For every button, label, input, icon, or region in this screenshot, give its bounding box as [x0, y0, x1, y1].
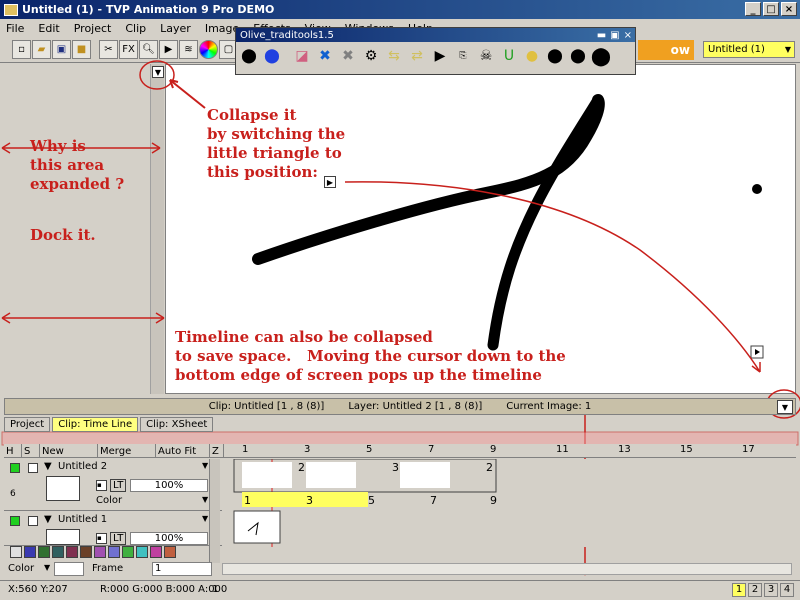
- annotation-timeline: Timeline can also be collapsed to save s…: [175, 328, 566, 384]
- layer-name[interactable]: Untitled 2: [58, 461, 107, 472]
- swatch[interactable]: [164, 546, 176, 558]
- layer-menu-icon[interactable]: ▼: [202, 461, 208, 470]
- rgba-readout: R:000 G:000 B:000 A:000: [100, 584, 228, 595]
- layer-name[interactable]: Untitled 1: [58, 514, 107, 525]
- ruler-tick: 5: [366, 444, 373, 455]
- layer-index: 6: [10, 489, 16, 499]
- swatch[interactable]: [80, 546, 92, 558]
- status-value: 1: [212, 584, 219, 595]
- swatch[interactable]: [122, 546, 134, 558]
- layer-row-untitled-1[interactable]: ▼ Untitled 1 ▼ ▪ LT 100%: [4, 512, 232, 546]
- color-frame-row: Color ▼ Frame 1: [4, 562, 796, 578]
- tab-clip-xsheet[interactable]: Clip: XSheet: [140, 417, 214, 432]
- ruler-tick: 17: [742, 444, 755, 455]
- frame-input[interactable]: 1: [152, 562, 212, 576]
- ruler-tick: 3: [304, 444, 311, 455]
- frame-number: 9: [490, 494, 497, 507]
- clip-info: Clip: Untitled [1 , 8 (8)]: [208, 401, 325, 412]
- visibility-toggle[interactable]: [10, 463, 20, 473]
- cursor-coords: X:560 Y:207: [8, 584, 68, 595]
- color-chevron-icon[interactable]: ▼: [44, 563, 50, 572]
- mode-chevron-icon[interactable]: ▼: [202, 495, 208, 504]
- frame-number: 7: [430, 494, 437, 507]
- annotation-dock: Dock it.: [30, 226, 96, 244]
- frame-label: 2: [298, 461, 305, 474]
- layer-thumbnail: [46, 476, 80, 501]
- ruler-tick: 13: [618, 444, 631, 455]
- solo-toggle[interactable]: [28, 516, 38, 526]
- chevron-down-icon[interactable]: ▼: [44, 461, 52, 472]
- swatch[interactable]: [108, 546, 120, 558]
- opacity-field[interactable]: 100%: [130, 532, 208, 545]
- merge-button[interactable]: Merge: [98, 444, 156, 458]
- layer-scrollbar[interactable]: [209, 459, 220, 563]
- status-bar: X:560 Y:207 R:000 G:000 B:000 A:000 1 1 …: [0, 580, 800, 600]
- page-button-2[interactable]: 2: [748, 583, 762, 597]
- page-button-1[interactable]: 1: [732, 583, 746, 597]
- tab-project[interactable]: Project: [4, 417, 51, 432]
- opacity-field[interactable]: 100%: [130, 479, 208, 492]
- page-button-3[interactable]: 3: [764, 583, 778, 597]
- frame-number: 3: [306, 494, 313, 507]
- color-label: Color: [8, 563, 35, 574]
- visibility-toggle[interactable]: [10, 516, 20, 526]
- frame-number: 1: [244, 494, 251, 507]
- swatch[interactable]: [94, 546, 106, 558]
- layer-info: Layer: Untitled 2 [1 , 8 (8)]: [348, 401, 483, 412]
- solo-column-header: S: [22, 444, 40, 458]
- bottom-tabs: Project Clip: Time Line Clip: XSheet: [4, 417, 214, 433]
- ruler-tick: 15: [680, 444, 693, 455]
- frame-label: Frame: [92, 563, 124, 574]
- swatch[interactable]: [38, 546, 50, 558]
- ruler-tick: 9: [490, 444, 497, 455]
- swatch[interactable]: [136, 546, 148, 558]
- timeline-header: H S New Merge Auto Fit Z 1 3 5 7 9 11 13…: [4, 444, 796, 458]
- timeline-hscrollbar[interactable]: [222, 563, 792, 575]
- solo-toggle[interactable]: [28, 463, 38, 473]
- tab-clip-timeline[interactable]: Clip: Time Line: [52, 417, 139, 432]
- current-image-info: Current Image: 1: [506, 401, 592, 412]
- color-mode-label: Color: [96, 495, 123, 506]
- annotation-collapse: Collapse it by switching the little tria…: [207, 106, 346, 181]
- swatch[interactable]: [150, 546, 162, 558]
- blend-lt-button[interactable]: LT: [110, 479, 127, 492]
- lock-icon[interactable]: ▪: [96, 533, 107, 544]
- clip-status-strip: Clip: Untitled [1 , 8 (8)] Layer: Untitl…: [4, 398, 796, 415]
- annotation-why: Why is this area expanded ?: [30, 137, 125, 193]
- page-button-4[interactable]: 4: [780, 583, 794, 597]
- z-column-header: Z: [210, 444, 224, 458]
- hide-column-header: H: [4, 444, 22, 458]
- swatch[interactable]: [10, 546, 22, 558]
- blend-lt-button[interactable]: LT: [110, 532, 127, 545]
- color-preview[interactable]: [54, 562, 84, 576]
- layer-thumbnail: [46, 529, 80, 545]
- auto-fit-button[interactable]: Auto Fit: [156, 444, 210, 458]
- triangle-position-icon: ▶: [324, 176, 336, 188]
- new-layer-button[interactable]: New: [40, 444, 98, 458]
- chevron-down-icon[interactable]: ▼: [44, 514, 52, 525]
- frame-label: 3: [392, 461, 399, 474]
- frame-number: 5: [368, 494, 375, 507]
- timeline-frames[interactable]: 2 3 2 1 3 5 7 9: [222, 458, 796, 547]
- color-swatches: [10, 546, 176, 558]
- layer-row-untitled-2[interactable]: 6 ▼ Untitled 2 ▼ ▪ LT 100% Color ▼: [4, 459, 232, 511]
- ruler-tick: 11: [556, 444, 569, 455]
- swatch[interactable]: [52, 546, 64, 558]
- lock-icon[interactable]: ▪: [96, 480, 107, 491]
- ruler-tick: 1: [242, 444, 249, 455]
- timeline-collapse-icon[interactable]: ▼: [777, 400, 793, 414]
- swatch[interactable]: [66, 546, 78, 558]
- ruler-tick: 7: [428, 444, 435, 455]
- swatch[interactable]: [24, 546, 36, 558]
- frame-label: 2: [486, 461, 493, 474]
- layer-menu-icon[interactable]: ▼: [202, 514, 208, 523]
